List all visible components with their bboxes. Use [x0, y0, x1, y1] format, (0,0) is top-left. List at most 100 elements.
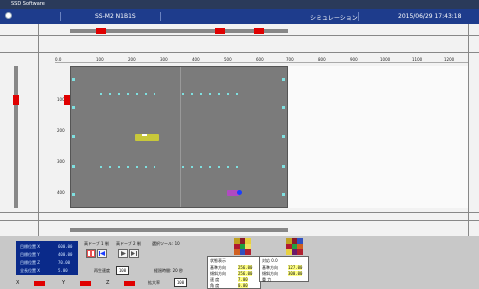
- status-value: 256.00: [238, 271, 253, 276]
- frame-line: [0, 220, 479, 221]
- header-left-text: SS-M2 N1B1S: [95, 13, 136, 20]
- waypoint-marker: [72, 165, 75, 168]
- status-panel-title: 対応 0.0: [262, 258, 278, 263]
- waypoint-marker: [72, 78, 75, 81]
- vehicle-indicator: [142, 134, 147, 136]
- speed-label: 再生速度: [94, 268, 110, 273]
- scroll-marker[interactable]: [254, 28, 264, 34]
- info-value: 400.00: [58, 252, 73, 257]
- lane-dots: [100, 166, 155, 168]
- status-panel-2: 対応 0.0 基準方向 127.00 傾斜方向 300.00 重 力: [259, 256, 309, 282]
- label-high-dope-2: 高ドーブ 2 制: [116, 241, 141, 246]
- x-tick-label: 1200: [444, 57, 455, 62]
- target-point-icon[interactable]: [237, 190, 242, 195]
- play-button[interactable]: [118, 249, 128, 258]
- vertical-scrollbar-left[interactable]: [14, 66, 18, 208]
- axis-x-label: X: [16, 280, 20, 286]
- target-info-panel: 目標位置 X 600.00 目標位置 Y 400.00 目標位置 Z 70.00…: [16, 241, 78, 275]
- empty-canvas-area: [288, 66, 468, 208]
- waypoint-marker: [72, 106, 75, 109]
- zoom-input[interactable]: 100: [174, 278, 187, 287]
- status-panel-1: 状態表示 基準方向 256.00 傾斜方向 256.00 速 度 7.00 角 …: [207, 256, 261, 289]
- simulation-grid[interactable]: [70, 66, 288, 208]
- header-datetime: 2015/06/29 17:43:18: [398, 13, 462, 20]
- y-tick-label: 300: [57, 159, 65, 164]
- frame-line: [0, 212, 479, 213]
- select-tool-label: 選択ツール: 10: [152, 241, 180, 246]
- status-value: 300.00: [288, 271, 303, 276]
- status-label: 重 力: [262, 277, 272, 282]
- y-tick-label: 400: [57, 190, 65, 195]
- x-tick-label: 1000: [380, 57, 391, 62]
- app-header: SS-M2 N1B1S シミュレーション 2015/06/29 17:43:18: [0, 9, 479, 24]
- x-tick-label: 900: [350, 57, 358, 62]
- elapsed-time-label: 経過時間: 20 秒: [154, 268, 183, 273]
- x-tick-label: 600: [256, 57, 264, 62]
- info-value: 70.00: [58, 260, 71, 265]
- x-ruler: [55, 62, 468, 63]
- horizontal-scrollbar-bottom[interactable]: [70, 228, 288, 232]
- skip-back-icon: [99, 251, 105, 256]
- frame-line: [38, 24, 39, 236]
- info-label: 目標位置 Y: [20, 252, 40, 257]
- info-label: 目標位置 X: [20, 244, 41, 249]
- waypoint-marker: [72, 193, 75, 196]
- status-panel-title: 状態表示: [210, 258, 226, 263]
- x-tick-label: 200: [128, 57, 136, 62]
- x-tick-label: 500: [224, 57, 232, 62]
- step-button[interactable]: [129, 249, 139, 258]
- app-title: SSD Software: [11, 1, 45, 7]
- status-indicator-icon: [5, 12, 12, 19]
- x-tick-label: 400: [192, 57, 200, 62]
- axis-z-label: Z: [106, 280, 110, 286]
- waypoint-marker: [282, 165, 285, 168]
- play-icon: [121, 251, 126, 256]
- scroll-marker[interactable]: [13, 95, 19, 105]
- info-value: 5.00: [58, 268, 68, 273]
- scroll-marker[interactable]: [96, 28, 106, 34]
- axis-z-slider[interactable]: [124, 281, 135, 286]
- pause-icon: [88, 251, 94, 256]
- frame-line: [0, 35, 479, 36]
- skip-back-button[interactable]: [97, 249, 107, 258]
- waypoint-marker: [72, 135, 75, 138]
- color-mosaic-1: [234, 238, 251, 255]
- frame-line: [468, 24, 469, 236]
- waypoint-marker: [282, 106, 285, 109]
- header-divider: [60, 12, 61, 21]
- x-tick-label: 700: [286, 57, 294, 62]
- label-high-dope-1: 高ドーブ 1 制: [84, 241, 109, 246]
- scroll-marker[interactable]: [215, 28, 225, 34]
- status-value: 127.00: [288, 265, 303, 270]
- lane-dots: [182, 166, 242, 168]
- axis-y-label: Y: [62, 280, 66, 286]
- waypoint-marker: [282, 78, 285, 81]
- header-divider: [358, 12, 359, 21]
- speed-input[interactable]: 100: [116, 266, 129, 275]
- window-titlebar: [0, 0, 479, 9]
- pause-button[interactable]: [86, 249, 96, 258]
- lane-dots: [182, 93, 242, 95]
- status-value: 0.00: [238, 283, 248, 288]
- x-tick-label: 1100: [412, 57, 423, 62]
- vehicle-yellow[interactable]: [135, 134, 159, 141]
- status-label: 角 度: [210, 283, 220, 288]
- grid-divider: [180, 67, 181, 207]
- x-tick-label: 800: [318, 57, 326, 62]
- header-center-text: シミュレーション: [310, 15, 358, 22]
- status-value: 7.00: [238, 277, 248, 282]
- header-divider: [160, 12, 161, 21]
- lane-dots: [100, 93, 155, 95]
- axis-x-slider[interactable]: [34, 281, 45, 286]
- axis-y-slider[interactable]: [80, 281, 91, 286]
- frame-line: [0, 52, 479, 53]
- step-icon: [131, 251, 137, 256]
- x-tick-label: 100: [96, 57, 104, 62]
- x-tick-label: 300: [160, 57, 168, 62]
- waypoint-marker: [282, 193, 285, 196]
- info-label: 全長位置 X: [20, 268, 41, 273]
- waypoint-marker: [282, 135, 285, 138]
- info-label: 目標位置 Z: [20, 260, 41, 265]
- status-value: 256.00: [238, 265, 253, 270]
- x-tick-label: 0.0: [55, 57, 62, 62]
